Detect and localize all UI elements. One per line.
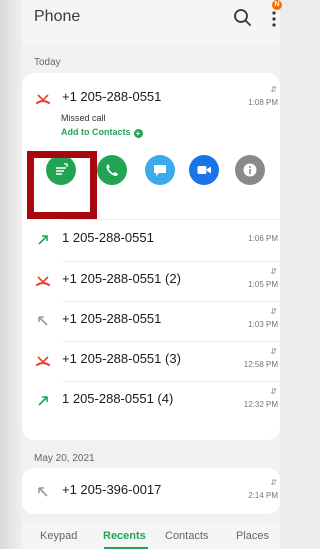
sim-icon: ⇵ — [270, 307, 277, 316]
sim-icon: ⇵ — [270, 347, 277, 356]
call-time: 1:06 PM — [248, 234, 278, 243]
call-number: +1 205-288-0551 — [62, 311, 162, 326]
video-icon — [197, 166, 211, 174]
call-time: 1:08 PM — [248, 98, 278, 107]
tab-contacts[interactable]: Contacts — [165, 530, 208, 542]
call-row[interactable]: +1 205-288-0551 (3) ⇵ 12:58 PM — [22, 341, 280, 379]
missed-call-icon — [36, 94, 50, 104]
call-time: 1:05 PM — [248, 280, 278, 289]
app-title: Phone — [34, 8, 81, 25]
call-row[interactable]: 1 205-288-0551 (4) ⇵ 12:32 PM — [22, 381, 280, 419]
call-row[interactable]: +1 205-396-0017 ⇵ 2:14 PM — [22, 472, 280, 510]
add-plus-icon: + — [133, 129, 143, 138]
call-time: 12:58 PM — [243, 360, 278, 369]
add-to-contacts-label: Add to Contacts — [61, 127, 131, 137]
notification-badge: N — [272, 0, 282, 10]
more-options-button[interactable] — [267, 7, 281, 31]
more-vertical-icon — [272, 11, 276, 27]
call-number: 1 205-288-0551 (4) — [62, 391, 174, 406]
rejected-call-icon — [38, 316, 48, 326]
call-time: 12:32 PM — [243, 400, 278, 409]
call-status: Missed call — [61, 113, 106, 123]
call-time: 2:14 PM — [248, 491, 278, 500]
sim-icon: ⇵ — [270, 387, 277, 396]
call-number: +1 205-288-0551 (2) — [62, 271, 181, 286]
missed-call-icon — [36, 276, 50, 286]
outgoing-call-icon — [38, 235, 48, 245]
video-call-button[interactable] — [189, 155, 219, 185]
chat-icon — [154, 165, 166, 176]
call-number: +1 205-288-0551 — [62, 89, 162, 104]
call-time: 1:03 PM — [248, 320, 278, 329]
tab-places[interactable]: Places — [236, 530, 269, 542]
info-icon — [243, 163, 257, 177]
call-number: +1 205-396-0017 — [62, 482, 162, 497]
missed-call-icon — [36, 356, 50, 366]
bottom-navigation: Keypad Recents Contacts Places — [22, 522, 280, 549]
recents-card-older: +1 205-396-0017 ⇵ 2:14 PM — [22, 468, 280, 514]
call-number: +1 205-288-0551 (3) — [62, 351, 181, 366]
highlight-annotation-box — [27, 151, 97, 219]
rejected-call-icon — [38, 487, 48, 497]
search-icon — [234, 9, 251, 26]
call-number: 1 205-288-0551 — [62, 230, 154, 245]
tab-recents[interactable]: Recents — [103, 530, 146, 542]
search-button[interactable] — [232, 7, 254, 29]
sim-icon: ⇵ — [270, 85, 277, 94]
add-to-contacts-link[interactable]: Add to Contacts + — [61, 127, 143, 138]
sim-icon: ⇵ — [270, 478, 277, 487]
outgoing-call-icon — [38, 396, 48, 406]
phone-app: Phone N Today +1 205-288-0551 ⇵ 1:08 PM … — [0, 0, 282, 549]
sim-icon: ⇵ — [270, 267, 277, 276]
call-details-button[interactable] — [235, 155, 265, 185]
call-row[interactable]: +1 205-288-0551 (2) ⇵ 1:05 PM — [22, 261, 280, 299]
recents-card-today: +1 205-288-0551 ⇵ 1:08 PM Missed call Ad… — [22, 73, 280, 440]
phone-icon — [106, 164, 118, 176]
call-row[interactable]: 1 205-288-0551 1:06 PM — [22, 220, 280, 258]
left-edge-shadow — [0, 0, 22, 549]
chat-button[interactable] — [145, 155, 175, 185]
call-back-button[interactable] — [97, 155, 127, 185]
call-row[interactable]: +1 205-288-0551 ⇵ 1:03 PM — [22, 301, 280, 339]
section-label-date: May 20, 2021 — [34, 453, 95, 464]
section-label-today: Today — [34, 57, 61, 68]
tab-keypad[interactable]: Keypad — [40, 530, 77, 542]
call-row-expanded[interactable]: +1 205-288-0551 ⇵ 1:08 PM — [22, 79, 280, 117]
app-header: Phone N — [22, 0, 282, 46]
